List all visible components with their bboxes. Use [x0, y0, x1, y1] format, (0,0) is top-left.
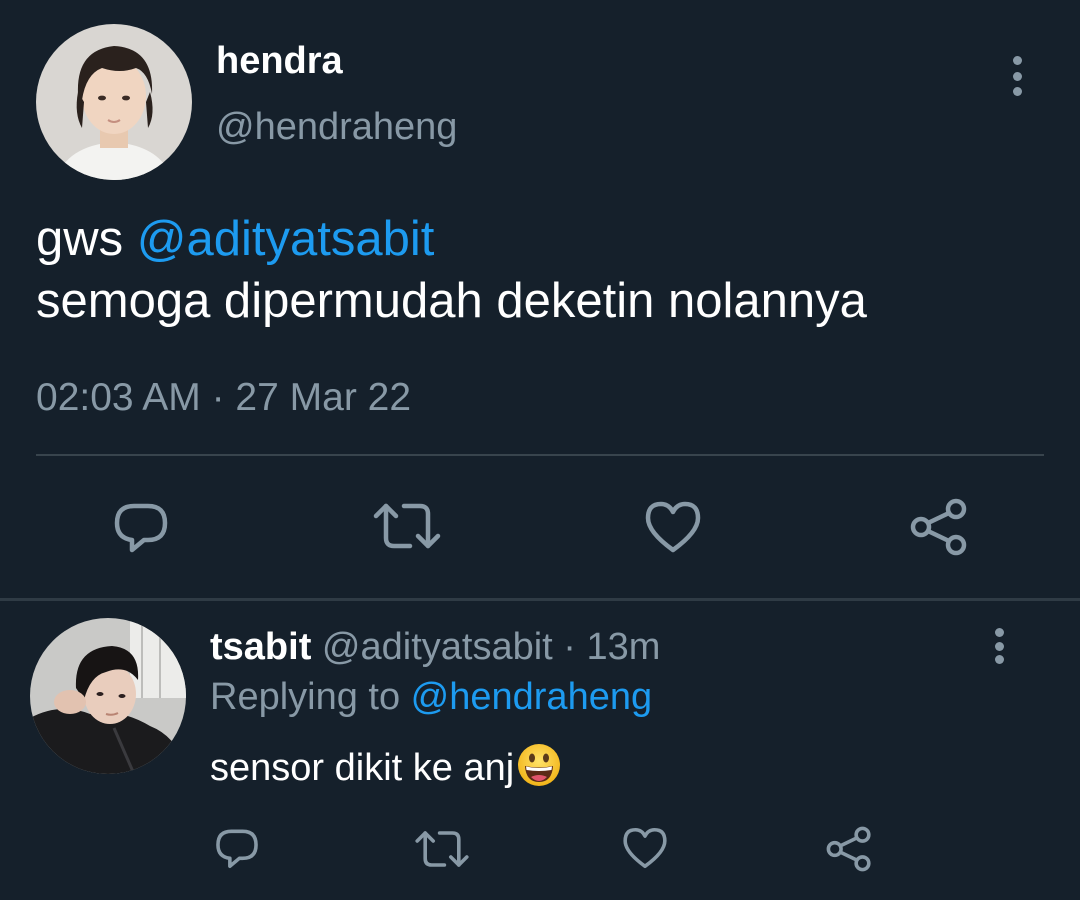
like-icon[interactable] [622, 826, 668, 875]
tweet-text: sensor dikit ke anj [210, 742, 562, 798]
divider [0, 598, 1080, 601]
share-icon[interactable] [826, 826, 872, 877]
tweet-timestamp[interactable]: 02:03 AM · 27 Mar 22 [36, 376, 411, 420]
reply-icon[interactable] [214, 826, 260, 875]
retweet-icon[interactable] [414, 828, 470, 875]
display-name[interactable]: tsabit [210, 626, 311, 668]
avatar[interactable] [30, 618, 186, 774]
replying-to: Replying to @hendraheng [210, 676, 652, 719]
reply-text-content: sensor dikit ke anj [210, 747, 515, 789]
tweet-text-prefix: gws [36, 212, 137, 266]
more-options-icon[interactable] [982, 628, 1016, 664]
share-icon[interactable] [910, 498, 968, 561]
mention-link[interactable]: @hendraheng [411, 676, 652, 718]
display-name[interactable]: hendra [216, 40, 343, 83]
tweet-text-line: semoga dipermudah deketin nolannya [36, 274, 867, 328]
more-options-icon[interactable] [1000, 56, 1034, 96]
reply-icon[interactable] [112, 500, 170, 559]
mention-link[interactable]: @adityatsabit [137, 212, 435, 266]
tweet-time-ago[interactable]: 13m [587, 626, 661, 668]
divider [36, 454, 1044, 456]
grinning-face-icon [516, 742, 562, 798]
user-handle[interactable]: @hendraheng [216, 106, 457, 149]
user-handle[interactable]: @adityatsabit [322, 626, 553, 668]
avatar[interactable] [36, 24, 192, 180]
tweet-text: gws @adityatsabit semoga dipermudah deke… [36, 208, 867, 332]
separator: · [552, 626, 587, 668]
like-icon[interactable] [644, 500, 702, 559]
retweet-icon[interactable] [372, 500, 442, 557]
reply-header: tsabit @adityatsabit · 13m [210, 626, 660, 669]
replying-to-label: Replying to [210, 676, 411, 718]
